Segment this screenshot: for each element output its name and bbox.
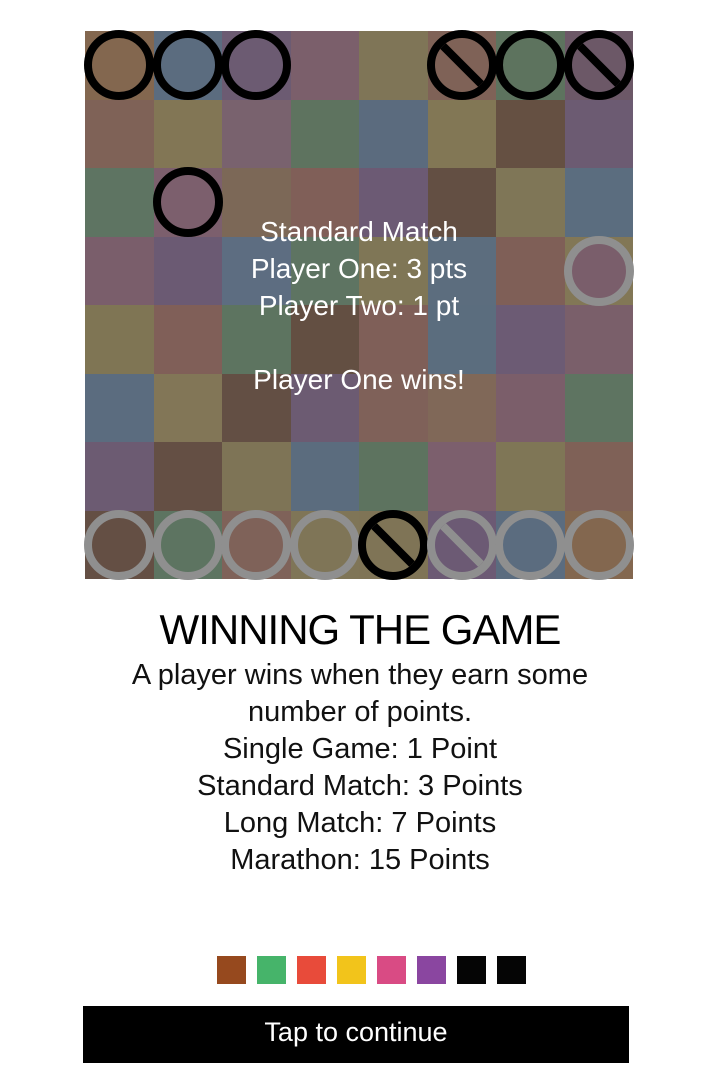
board-cell[interactable] bbox=[153, 373, 222, 442]
ring-piece-icon[interactable] bbox=[563, 509, 634, 580]
page-indicator bbox=[217, 956, 526, 984]
page-indicator-swatch bbox=[337, 956, 366, 984]
tutorial-body: A player wins when they earn some number… bbox=[90, 657, 630, 879]
slashed-piece-icon[interactable] bbox=[358, 509, 429, 580]
slashed-piece-icon[interactable] bbox=[426, 30, 497, 101]
continue-button[interactable]: Tap to continue bbox=[83, 1006, 629, 1063]
board-cell[interactable] bbox=[564, 168, 633, 237]
board-cell[interactable] bbox=[496, 99, 565, 168]
rule-standard-match: Standard Match: 3 Points bbox=[197, 770, 523, 802]
ring-piece-icon[interactable] bbox=[221, 509, 292, 580]
ring-piece-icon[interactable] bbox=[152, 167, 223, 238]
page-indicator-swatch bbox=[257, 956, 286, 984]
rule-marathon: Marathon: 15 Points bbox=[230, 844, 490, 876]
slash-mark bbox=[368, 520, 418, 570]
board-cell[interactable] bbox=[427, 442, 496, 511]
slash-mark bbox=[574, 40, 624, 90]
board-cell[interactable] bbox=[359, 236, 428, 305]
page-indicator-swatch bbox=[377, 956, 406, 984]
board-cell[interactable] bbox=[85, 442, 154, 511]
game-board[interactable] bbox=[84, 30, 634, 580]
board-cell[interactable] bbox=[290, 236, 359, 305]
board-cell[interactable] bbox=[359, 31, 428, 100]
board-cell[interactable] bbox=[359, 373, 428, 442]
board-cell[interactable] bbox=[290, 99, 359, 168]
board-cell[interactable] bbox=[564, 373, 633, 442]
board-cell[interactable] bbox=[85, 305, 154, 374]
rule-single-game: Single Game: 1 Point bbox=[222, 733, 498, 765]
page-indicator-swatch bbox=[297, 956, 326, 984]
board-cell[interactable] bbox=[496, 305, 565, 374]
ring-piece-icon[interactable] bbox=[289, 509, 360, 580]
rule-long-match: Long Match: 7 Points bbox=[223, 807, 497, 839]
slashed-piece-icon[interactable] bbox=[563, 30, 634, 101]
board-cell[interactable] bbox=[427, 373, 496, 442]
ring-piece-icon[interactable] bbox=[84, 509, 155, 580]
board-cell[interactable] bbox=[359, 99, 428, 168]
board-cell[interactable] bbox=[496, 442, 565, 511]
board-cell[interactable] bbox=[222, 442, 291, 511]
tutorial-title: WINNING THE GAME bbox=[159, 606, 562, 653]
page-indicator-swatch bbox=[457, 956, 486, 984]
slashed-piece-icon[interactable] bbox=[426, 509, 497, 580]
board-cell[interactable] bbox=[222, 236, 291, 305]
board-cell[interactable] bbox=[85, 373, 154, 442]
board-cell[interactable] bbox=[496, 168, 565, 237]
board-cell[interactable] bbox=[153, 236, 222, 305]
board-cell[interactable] bbox=[359, 442, 428, 511]
ring-piece-icon[interactable] bbox=[495, 509, 566, 580]
board-cell[interactable] bbox=[222, 373, 291, 442]
board-cell[interactable] bbox=[290, 168, 359, 237]
board-cell[interactable] bbox=[359, 305, 428, 374]
ring-piece-icon[interactable] bbox=[152, 30, 223, 101]
board-cell[interactable] bbox=[153, 442, 222, 511]
board-cell[interactable] bbox=[427, 236, 496, 305]
board-cell[interactable] bbox=[85, 99, 154, 168]
ring-piece-icon[interactable] bbox=[563, 235, 634, 306]
board-cell[interactable] bbox=[496, 373, 565, 442]
board-cell[interactable] bbox=[290, 442, 359, 511]
page-indicator-swatch bbox=[217, 956, 246, 984]
board-cell[interactable] bbox=[290, 31, 359, 100]
board-cell[interactable] bbox=[222, 168, 291, 237]
board-cell[interactable] bbox=[153, 305, 222, 374]
page-indicator-swatch bbox=[417, 956, 446, 984]
board-cell[interactable] bbox=[85, 168, 154, 237]
board-cell[interactable] bbox=[564, 442, 633, 511]
board-cell[interactable] bbox=[564, 305, 633, 374]
board-cell[interactable] bbox=[427, 99, 496, 168]
board-cell[interactable] bbox=[564, 99, 633, 168]
board-cell[interactable] bbox=[359, 168, 428, 237]
board-cell[interactable] bbox=[85, 236, 154, 305]
slash-mark bbox=[437, 520, 487, 570]
board-cell[interactable] bbox=[496, 236, 565, 305]
board-cell[interactable] bbox=[222, 99, 291, 168]
board-cell[interactable] bbox=[427, 305, 496, 374]
board-cell[interactable] bbox=[153, 99, 222, 168]
board-cell[interactable] bbox=[222, 305, 291, 374]
page-indicator-swatch bbox=[497, 956, 526, 984]
ring-piece-icon[interactable] bbox=[152, 509, 223, 580]
board-cell[interactable] bbox=[290, 373, 359, 442]
rules-intro: A player wins when they earn some number… bbox=[131, 659, 589, 728]
slash-mark bbox=[437, 40, 487, 90]
board-cell[interactable] bbox=[290, 305, 359, 374]
board-cell[interactable] bbox=[427, 168, 496, 237]
